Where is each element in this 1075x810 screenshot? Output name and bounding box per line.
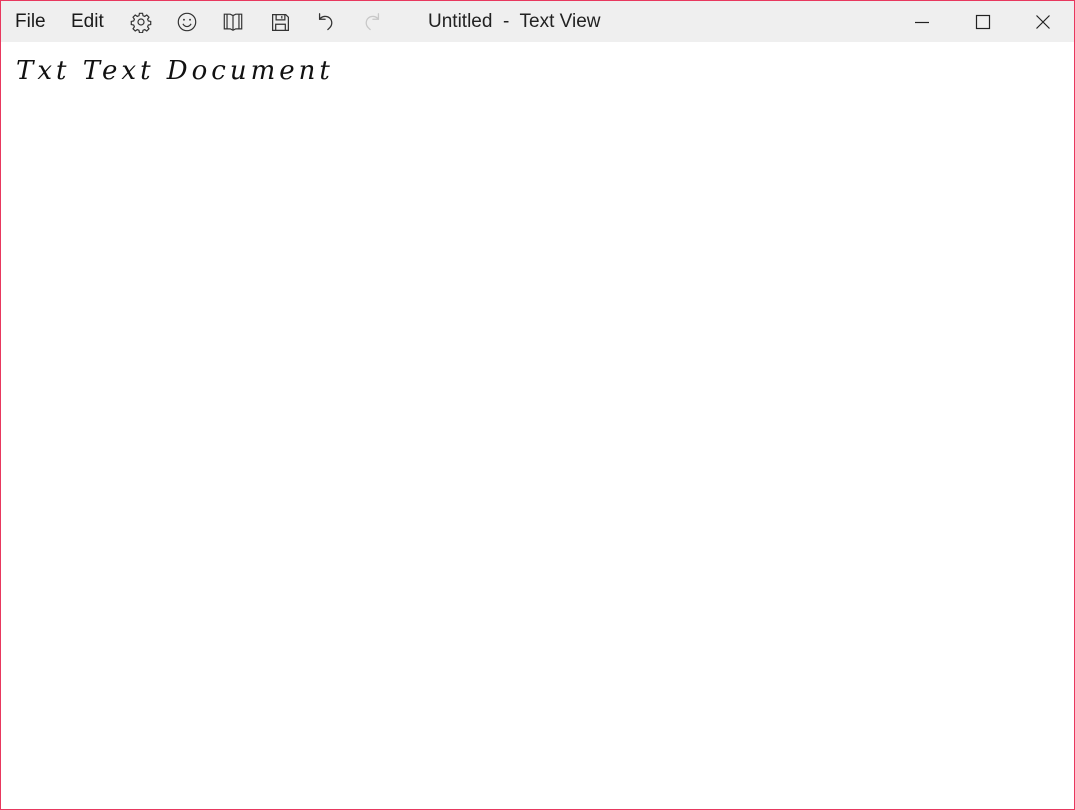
save-icon [271,13,289,31]
minimize-button[interactable] [893,1,951,42]
window-title: Untitled - Text View [428,11,601,32]
maximize-icon [975,14,991,29]
minimize-icon [915,21,929,23]
settings-button[interactable] [127,8,155,36]
reading-view-icon [223,13,243,31]
edit-menu[interactable]: Edit [71,1,104,42]
file-menu[interactable]: File [15,1,46,42]
text-editor-area[interactable]: Txt Text Document [1,42,1074,809]
settings-icon [130,12,152,33]
redo-button[interactable] [358,8,386,36]
close-icon [1036,14,1050,29]
app-window: File Edit Untitled - Text View Txt Text … [0,0,1075,810]
save-button[interactable] [266,8,294,36]
close-button[interactable] [1014,1,1072,42]
maximize-button[interactable] [954,1,1012,42]
emoji-icon [177,12,197,32]
redo-icon [365,13,380,31]
undo-button[interactable] [312,8,340,36]
undo-icon [318,13,333,31]
reading-view-button[interactable] [219,8,247,36]
title-bar[interactable]: File Edit Untitled - Text View [1,1,1074,42]
emoji-button[interactable] [173,8,201,36]
